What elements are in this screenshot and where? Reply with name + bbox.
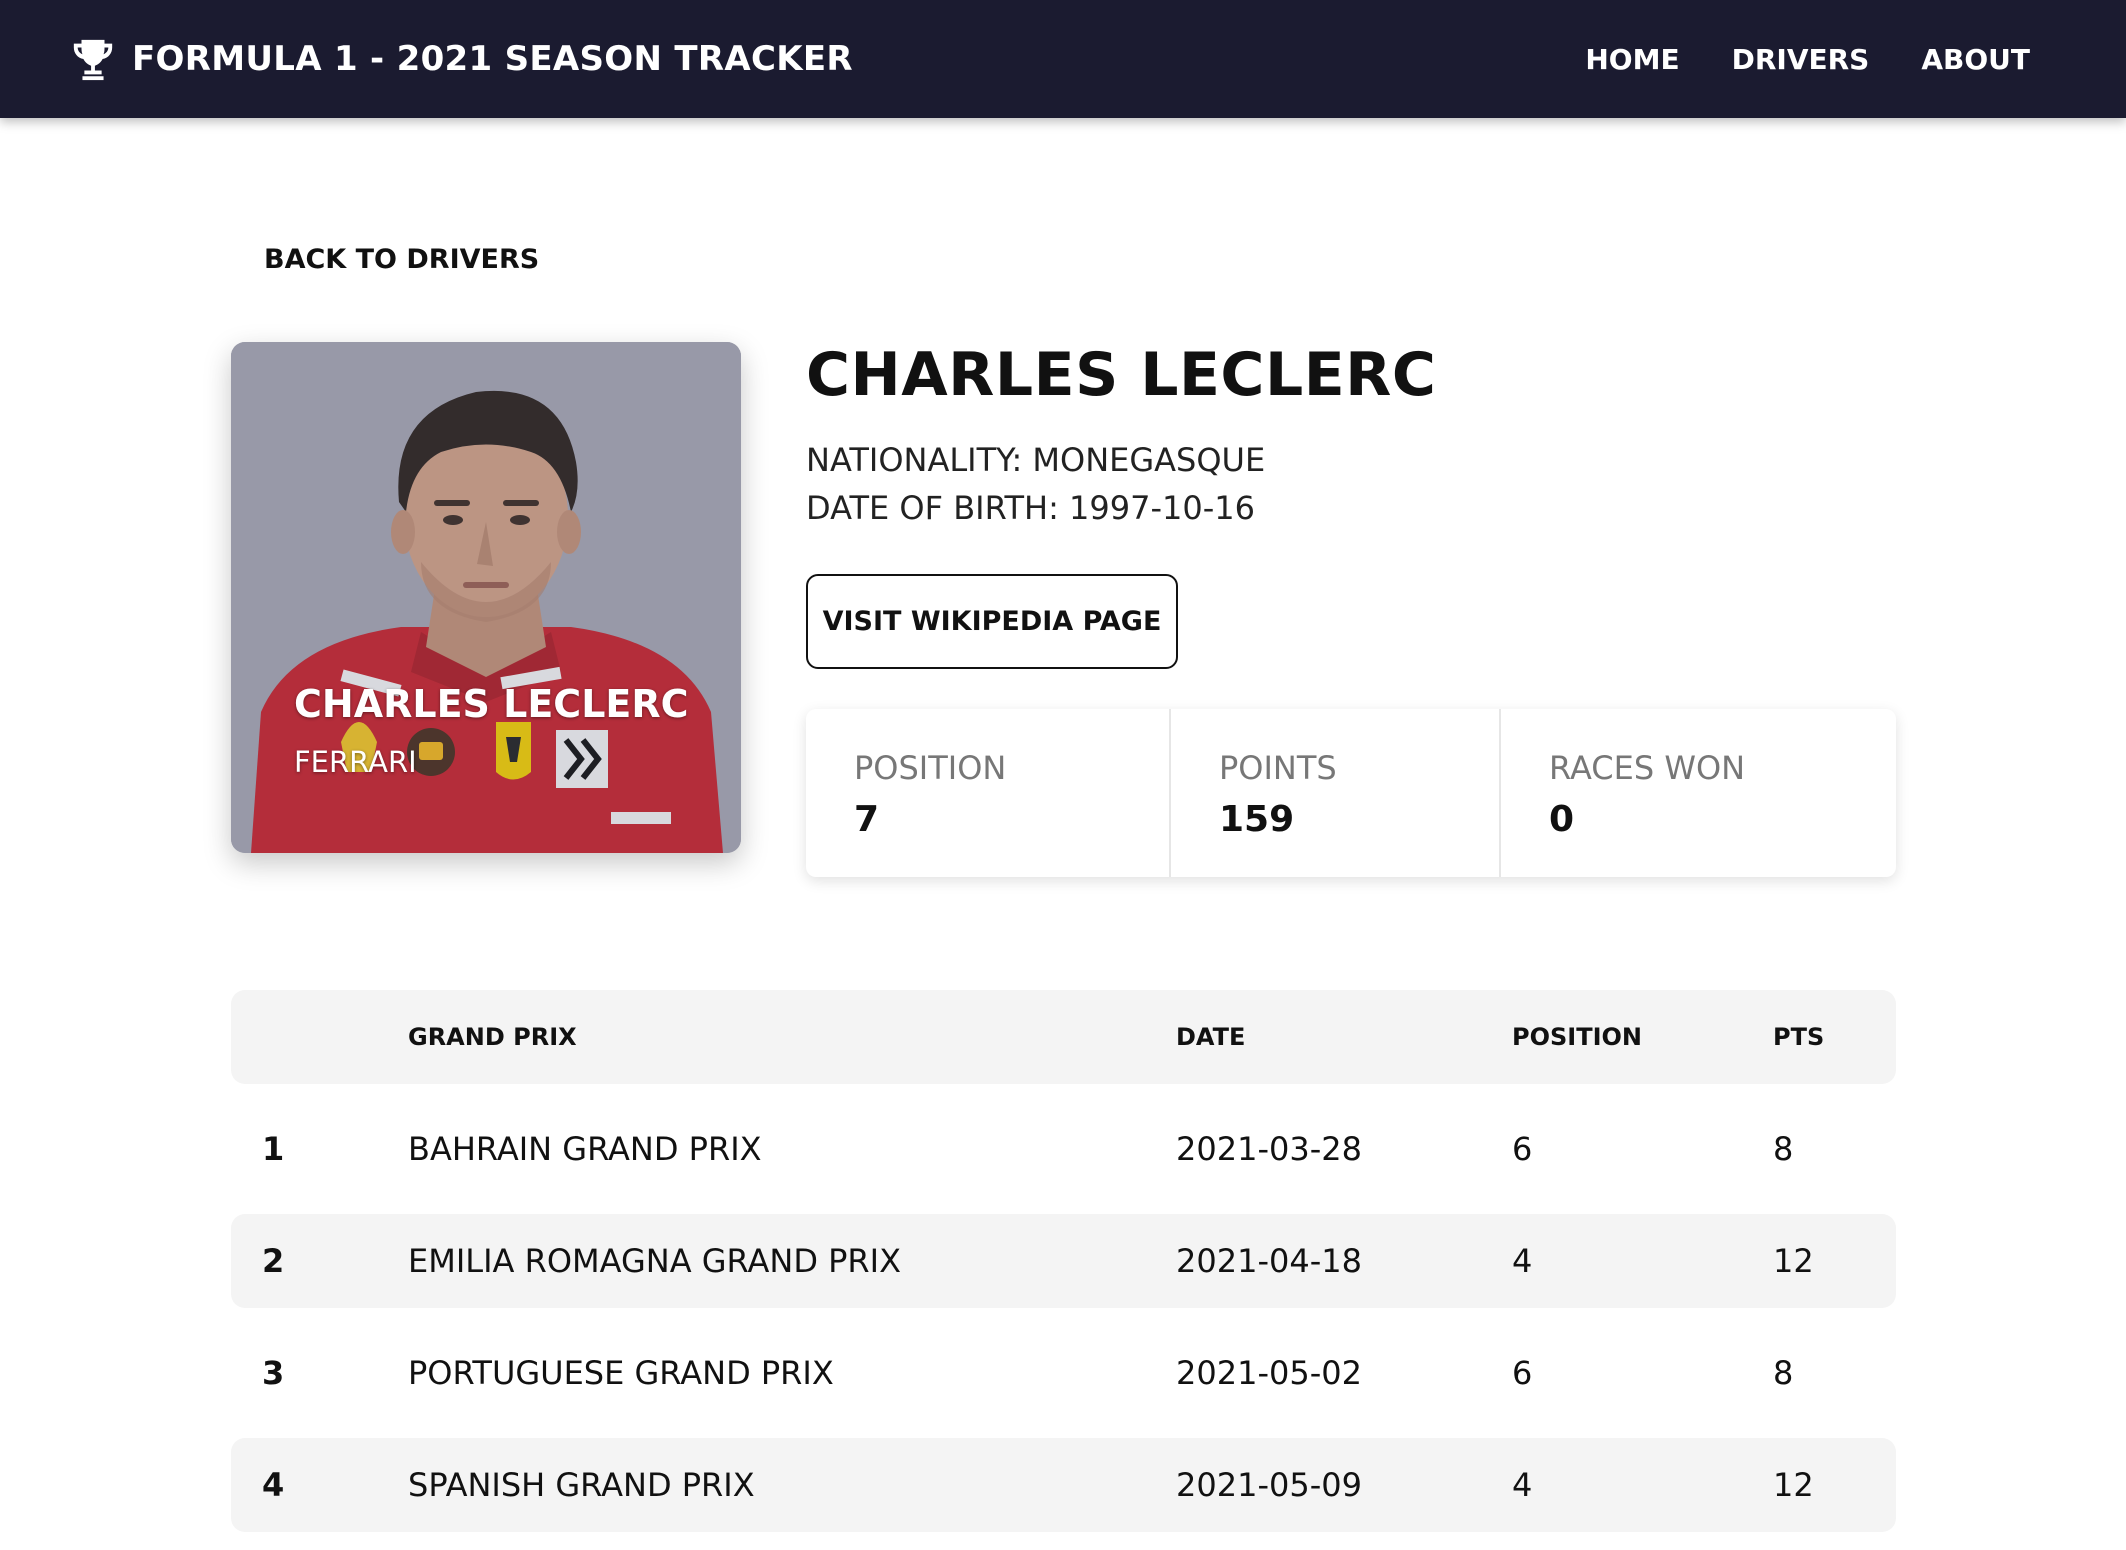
table-header-row: GRAND PRIX DATE POSITION PTS — [231, 990, 1896, 1084]
stat-points: POINTS 159 — [1169, 709, 1499, 877]
row-position: 4 — [1512, 1242, 1533, 1280]
nav-about[interactable]: ABOUT — [1921, 43, 2030, 76]
stat-races-won: RACES WON 0 — [1499, 709, 1896, 877]
brand-title: FORMULA 1 - 2021 SEASON TRACKER — [132, 39, 853, 79]
stat-position: POSITION 7 — [806, 709, 1169, 877]
row-points: 8 — [1773, 1354, 1794, 1392]
table-row: 3 PORTUGUESE GRAND PRIX 2021-05-02 6 8 — [231, 1326, 1896, 1420]
driver-date-of-birth: DATE OF BIRTH: 1997-10-16 — [806, 489, 1256, 527]
table-row: 1 BAHRAIN GRAND PRIX 2021-03-28 6 8 — [231, 1102, 1896, 1196]
row-points: 12 — [1773, 1466, 1814, 1504]
stat-label: POINTS — [1219, 749, 1337, 787]
row-grand-prix: EMILIA ROMAGNA GRAND PRIX — [408, 1242, 902, 1280]
row-position: 6 — [1512, 1130, 1533, 1168]
header-grand-prix: GRAND PRIX — [408, 1023, 577, 1051]
row-date: 2021-04-18 — [1176, 1242, 1362, 1280]
top-navbar: FORMULA 1 - 2021 SEASON TRACKER HOME DRI… — [0, 0, 2126, 118]
row-date: 2021-03-28 — [1176, 1130, 1362, 1168]
race-results-table: GRAND PRIX DATE POSITION PTS 1 BAHRAIN G… — [231, 990, 1896, 1550]
driver-nationality: NATIONALITY: MONEGASQUE — [806, 441, 1266, 479]
header-pts: PTS — [1773, 1023, 1825, 1051]
stat-value: 7 — [854, 799, 880, 840]
visit-wikipedia-button[interactable]: VISIT WIKIPEDIA PAGE — [806, 574, 1178, 669]
table-row: 4 SPANISH GRAND PRIX 2021-05-09 4 12 — [231, 1438, 1896, 1532]
back-to-drivers-link[interactable]: BACK TO DRIVERS — [264, 244, 539, 275]
row-number: 3 — [262, 1354, 285, 1392]
stat-label: POSITION — [854, 749, 1007, 787]
row-number: 2 — [262, 1242, 285, 1280]
row-grand-prix: PORTUGUESE GRAND PRIX — [408, 1354, 834, 1392]
row-date: 2021-05-02 — [1176, 1354, 1362, 1392]
row-position: 4 — [1512, 1466, 1533, 1504]
nav-home[interactable]: HOME — [1585, 43, 1679, 76]
nav-drivers[interactable]: DRIVERS — [1732, 43, 1870, 76]
brand[interactable]: FORMULA 1 - 2021 SEASON TRACKER — [70, 0, 853, 118]
stat-label: RACES WON — [1549, 749, 1746, 787]
card-team-name: FERRARI — [294, 745, 417, 779]
nav-links: HOME DRIVERS ABOUT — [1585, 0, 2030, 118]
driver-stats-card: POSITION 7 POINTS 159 RACES WON 0 — [806, 709, 1896, 877]
row-grand-prix: BAHRAIN GRAND PRIX — [408, 1130, 762, 1168]
driver-name-heading: CHARLES LECLERC — [806, 340, 1437, 410]
row-points: 12 — [1773, 1242, 1814, 1280]
row-points: 8 — [1773, 1130, 1794, 1168]
stat-value: 0 — [1549, 799, 1575, 840]
row-position: 6 — [1512, 1354, 1533, 1392]
row-grand-prix: SPANISH GRAND PRIX — [408, 1466, 755, 1504]
row-number: 1 — [262, 1130, 285, 1168]
header-date: DATE — [1176, 1023, 1246, 1051]
card-driver-name: CHARLES LECLERC — [294, 682, 689, 726]
row-date: 2021-05-09 — [1176, 1466, 1362, 1504]
row-number: 4 — [262, 1466, 285, 1504]
table-row: 2 EMILIA ROMAGNA GRAND PRIX 2021-04-18 4… — [231, 1214, 1896, 1308]
stat-value: 159 — [1219, 799, 1295, 840]
header-position: POSITION — [1512, 1023, 1642, 1051]
driver-photo-card: CHARLES LECLERC FERRARI — [231, 342, 741, 853]
trophy-icon — [73, 39, 113, 81]
